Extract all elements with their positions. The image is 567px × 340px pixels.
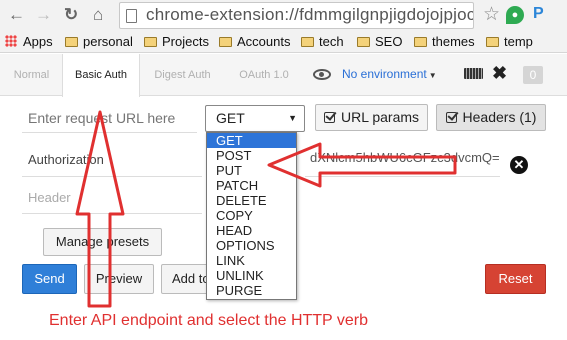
forward-arrow-icon[interactable]: → (35, 6, 52, 24)
extension-location-icon[interactable]: ● (506, 6, 524, 24)
bookmark-apps[interactable]: Apps (5, 34, 53, 50)
bookmark-label: personal (83, 34, 133, 49)
page-icon (126, 9, 137, 23)
bookmark-folder-personal[interactable]: personal (65, 34, 133, 50)
bookmark-folder-tech[interactable]: tech (301, 34, 344, 50)
method-dropdown[interactable]: GET POST PUT PATCH DELETE COPY HEAD OPTI… (206, 132, 297, 300)
url-params-button[interactable]: URL params (315, 104, 428, 131)
header-key-placeholder[interactable]: Header (28, 190, 71, 205)
folder-icon (219, 37, 232, 47)
bookmark-folder-themes[interactable]: themes (414, 34, 475, 50)
tab-normal[interactable]: Normal (0, 54, 63, 96)
tab-digest-auth[interactable]: Digest Auth (141, 54, 224, 96)
environment-selector[interactable]: No environment ▼ (342, 67, 437, 81)
tab-basic-auth[interactable]: Basic Auth (62, 54, 140, 97)
header-value-underline (305, 176, 500, 177)
bookmark-label: Accounts (237, 34, 291, 49)
method-option-post[interactable]: POST (207, 148, 296, 163)
method-option-delete[interactable]: DELETE (207, 193, 296, 208)
method-option-put[interactable]: PUT (207, 163, 296, 178)
bookmarks-bar: Apps personal Projects Accounts tech SEO… (0, 31, 567, 53)
method-option-unlink[interactable]: UNLINK (207, 268, 296, 283)
reload-icon[interactable]: ↻ (64, 6, 78, 24)
tab-oauth[interactable]: OAuth 1.0 (225, 54, 303, 96)
folder-icon (486, 37, 499, 47)
keyboard-icon[interactable] (464, 68, 483, 79)
back-arrow-icon[interactable]: ← (8, 6, 25, 24)
method-option-patch[interactable]: PATCH (207, 178, 296, 193)
header-value[interactable]: dXNlcm5hbWU6cGFzc3dvcmQ= (310, 150, 502, 165)
method-option-head[interactable]: HEAD (207, 223, 296, 238)
apps-grid-icon (5, 35, 17, 47)
auth-tab-bar: Normal Basic Auth Digest Auth OAuth 1.0 … (0, 54, 567, 97)
reset-button[interactable]: Reset (485, 264, 546, 294)
method-option-link[interactable]: LINK (207, 253, 296, 268)
address-bar[interactable]: chrome-extension://fdmmgilgnpjigdojojpjo… (119, 2, 474, 29)
bookmark-folder-projects[interactable]: Projects (144, 34, 209, 50)
folder-icon (65, 37, 78, 47)
edit-check-icon (445, 112, 457, 123)
manage-presets-button[interactable]: Manage presets (43, 228, 162, 256)
method-option-copy[interactable]: COPY (207, 208, 296, 223)
method-select[interactable]: GET ▼ (205, 105, 305, 132)
browser-toolbar: ← → ↻ ⌂ chrome-extension://fdmmgilgnpjig… (0, 0, 567, 31)
header-key[interactable]: Authorization (28, 152, 104, 167)
folder-icon (414, 37, 427, 47)
caret-down-icon: ▼ (428, 71, 437, 80)
bookmark-label: Projects (162, 34, 209, 49)
folder-icon (357, 37, 370, 47)
eye-icon[interactable] (313, 69, 331, 80)
count-badge: 0 (523, 66, 543, 84)
annotation-caption: Enter API endpoint and select the HTTP v… (49, 312, 368, 329)
method-option-options[interactable]: OPTIONS (207, 238, 296, 253)
header-placeholder-underline (22, 213, 202, 214)
bookmark-folder-temp[interactable]: temp (486, 34, 533, 50)
bookmark-label: temp (504, 34, 533, 49)
header-key-underline (22, 176, 202, 177)
bookmark-label: tech (319, 34, 344, 49)
edit-check-icon (323, 112, 335, 123)
headers-label: Headers (1) (462, 109, 537, 125)
remove-header-icon[interactable]: ✕ (510, 156, 528, 174)
bookmark-label: themes (432, 34, 475, 49)
home-icon[interactable]: ⌂ (93, 6, 103, 24)
bookmark-folder-seo[interactable]: SEO (357, 34, 402, 50)
bookmark-label: Apps (23, 34, 53, 49)
url-params-label: URL params (340, 109, 420, 125)
headers-button[interactable]: Headers (1) (436, 104, 546, 131)
address-url[interactable]: chrome-extension://fdmmgilgnpjigdojojpjo… (146, 5, 473, 25)
folder-icon (144, 37, 157, 47)
tools-icon[interactable]: ✖ (492, 63, 507, 84)
send-button[interactable]: Send (22, 264, 77, 294)
bookmark-label: SEO (375, 34, 403, 49)
environment-label: No environment (342, 67, 427, 81)
caret-down-icon: ▼ (288, 113, 297, 123)
method-option-purge[interactable]: PURGE (207, 283, 296, 298)
method-select-value: GET (216, 110, 245, 126)
preview-button[interactable]: Preview (84, 264, 154, 294)
request-url-input[interactable] (22, 103, 197, 133)
star-icon[interactable]: ☆ (483, 3, 500, 26)
bookmark-folder-accounts[interactable]: Accounts (219, 34, 290, 50)
extension-p-icon[interactable]: P (533, 5, 544, 23)
folder-icon (301, 37, 314, 47)
method-option-get[interactable]: GET (207, 133, 296, 148)
